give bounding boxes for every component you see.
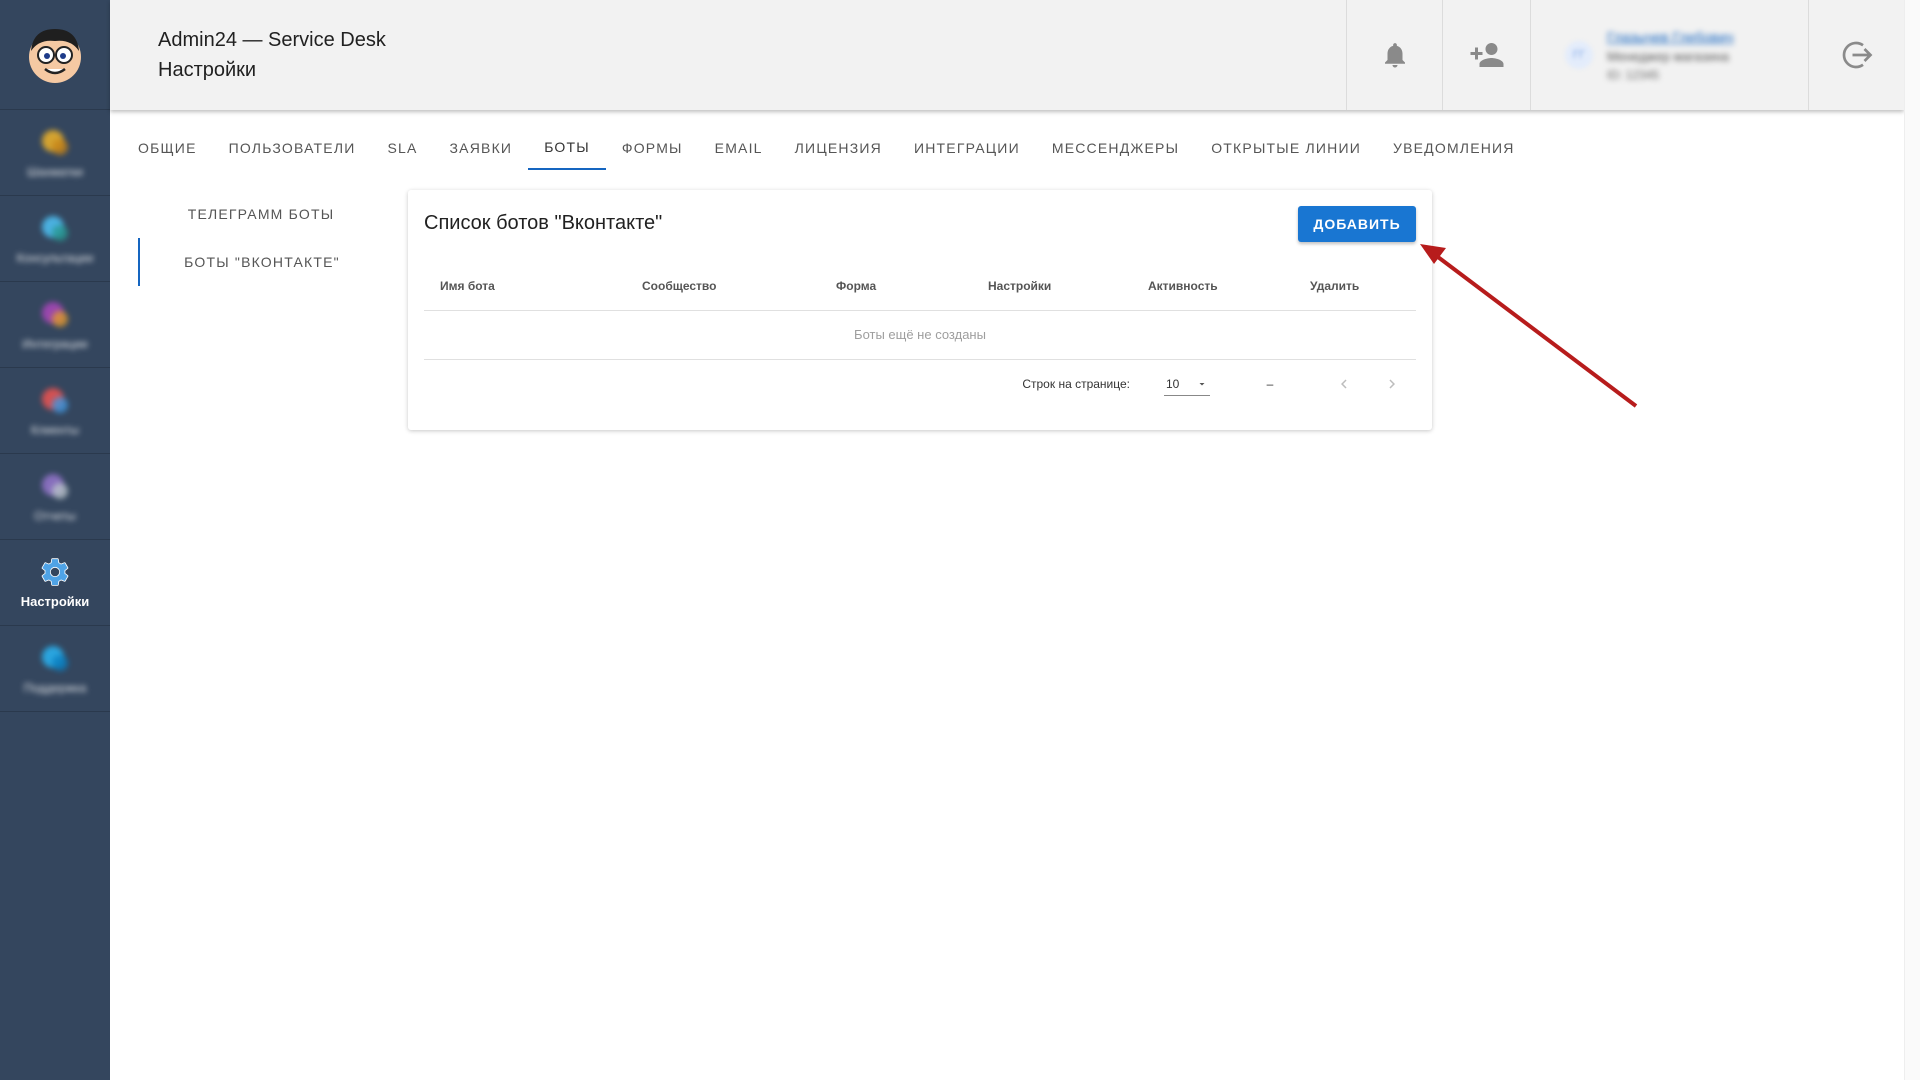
sidebar-item[interactable]: Интеграции bbox=[0, 282, 110, 368]
folder-icon bbox=[39, 127, 71, 159]
page-title: Настройки bbox=[158, 59, 257, 81]
sidebar-item[interactable]: Поддержка bbox=[0, 626, 110, 712]
rows-per-page-value: 10 bbox=[1166, 376, 1180, 391]
sidebar-item-label: Поддержка bbox=[23, 680, 87, 695]
dropdown-arrow-icon bbox=[1199, 382, 1205, 385]
notifications-button[interactable] bbox=[1346, 0, 1442, 110]
avatar: ГГ bbox=[1565, 41, 1593, 69]
sidebar-item[interactable]: Клиенты bbox=[0, 368, 110, 454]
card-title: Список ботов "Вконтакте" bbox=[424, 212, 663, 234]
column-header[interactable]: Имя бота bbox=[424, 262, 642, 311]
logout-icon bbox=[1842, 41, 1872, 69]
user-id: ID: 12345 bbox=[1607, 67, 1660, 82]
subnav-item[interactable]: Телеграмм боты bbox=[138, 190, 384, 238]
bell-icon bbox=[1384, 43, 1405, 68]
column-header[interactable]: Удалить bbox=[1310, 262, 1416, 311]
user-profile[interactable]: ГГ Глазычев Глебович Менеджер магазина I… bbox=[1530, 0, 1808, 110]
sidebar-item-label: Клиенты bbox=[30, 422, 80, 437]
tab[interactable]: Заявки bbox=[434, 126, 529, 170]
column-header[interactable]: Настройки bbox=[988, 262, 1148, 311]
tab[interactable]: Общие bbox=[122, 126, 213, 170]
tab[interactable]: Мессенджеры bbox=[1036, 126, 1195, 170]
column-header[interactable]: Форма bbox=[836, 262, 988, 311]
sidebar-item[interactable]: Настройки bbox=[0, 540, 110, 626]
subnav-item[interactable]: Боты "Вконтакте" bbox=[138, 238, 384, 286]
tab[interactable]: SLA bbox=[371, 126, 433, 170]
tab[interactable]: Формы bbox=[606, 126, 699, 170]
user-role: Менеджер магазина bbox=[1607, 48, 1730, 64]
sidebar-item-label: Отчеты bbox=[34, 508, 76, 523]
add-bot-button[interactable]: ДОБАВИТЬ bbox=[1298, 206, 1416, 242]
tab[interactable]: Интеграции bbox=[898, 126, 1036, 170]
logout-button[interactable] bbox=[1808, 0, 1904, 110]
next-page-button[interactable] bbox=[1368, 364, 1416, 404]
empty-message: Боты ещё не созданы bbox=[424, 310, 1416, 360]
sidebar-item[interactable]: Отчеты bbox=[0, 454, 110, 540]
top-header: Admin24 — Service Desk Настройки ГГ Глаз… bbox=[110, 0, 1904, 110]
tab[interactable]: Открытые линии bbox=[1195, 126, 1377, 170]
column-header[interactable]: Сообщество bbox=[642, 262, 836, 311]
vk-bots-card: Список ботов "Вконтакте" ДОБАВИТЬ Имя бо… bbox=[408, 190, 1432, 430]
sidebar-item-label: Интеграции bbox=[22, 336, 88, 351]
gear-icon bbox=[39, 556, 71, 588]
page-scrollbar[interactable] bbox=[1904, 0, 1920, 1080]
bots-subnav: Телеграмм боты Боты "Вконтакте" bbox=[138, 190, 384, 286]
column-header[interactable]: Активность bbox=[1148, 262, 1310, 311]
sidebar-item-label: Шахматки bbox=[27, 164, 83, 179]
rows-per-page-label: Строк на странице: bbox=[1022, 377, 1130, 391]
support-icon bbox=[39, 643, 71, 675]
app-title: Admin24 — Service Desk bbox=[158, 29, 386, 51]
chevron-left-icon bbox=[1341, 379, 1347, 389]
tab[interactable]: Уведомления bbox=[1377, 126, 1531, 170]
settings-tabs: Общие Пользователи SLA Заявки Боты Формы Email… bbox=[122, 126, 1531, 170]
logo-face-icon bbox=[29, 28, 81, 83]
pagination: Строк на странице: 10 – bbox=[424, 360, 1416, 408]
tab[interactable]: Пользователи bbox=[213, 126, 372, 170]
sidebar-item-label: Настройки bbox=[20, 594, 90, 609]
rows-per-page-select[interactable]: 10 bbox=[1164, 372, 1210, 396]
tab[interactable]: Лицензия bbox=[779, 126, 898, 170]
page-range: – bbox=[1266, 377, 1274, 391]
tab[interactable]: Боты bbox=[528, 126, 606, 170]
bots-table: Имя бота Сообщество Форма Настройки Акти… bbox=[424, 262, 1416, 360]
tab[interactable]: Email bbox=[699, 126, 779, 170]
table-row: Боты ещё не созданы bbox=[424, 310, 1416, 360]
app-root: Шахматки Консультации Интеграции Клиенты Отч… bbox=[0, 0, 1920, 1080]
chevron-right-icon bbox=[1389, 379, 1395, 389]
add-person-icon bbox=[1470, 43, 1503, 67]
sidebar-item[interactable]: Консультации bbox=[0, 196, 110, 282]
sidebar-item[interactable]: Шахматки bbox=[0, 110, 110, 196]
sidebar: Шахматки Консультации Интеграции Клиенты Отч… bbox=[0, 0, 110, 1080]
network-icon bbox=[39, 299, 71, 331]
arrow-shaft bbox=[1432, 252, 1638, 408]
user-name-link[interactable]: Глазычев Глебович bbox=[1607, 29, 1733, 45]
prev-page-button[interactable] bbox=[1320, 364, 1368, 404]
add-user-button[interactable] bbox=[1442, 0, 1530, 110]
app-logo[interactable] bbox=[0, 0, 110, 110]
globe-icon bbox=[39, 213, 71, 245]
report-icon bbox=[39, 471, 71, 503]
sidebar-item-label: Консультации bbox=[16, 250, 94, 265]
users-icon bbox=[39, 385, 71, 417]
table-header-row: Имя бота Сообщество Форма Настройки Акти… bbox=[424, 262, 1416, 311]
